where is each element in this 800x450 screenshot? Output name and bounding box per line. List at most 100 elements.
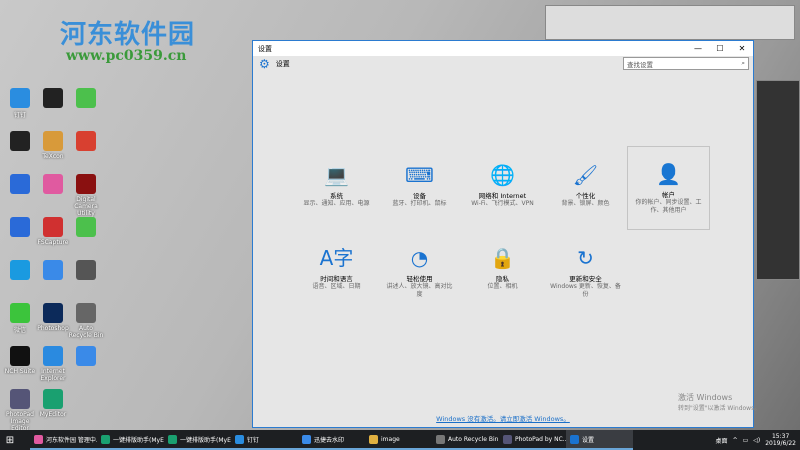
taskbar-item[interactable]: 河东软件园 管理中... [30,430,97,450]
tile-description: 显示、通知、应用、电源 [303,200,370,207]
desktop-icon-label: NCH Suite [4,368,36,375]
settings-tile-person[interactable]: 👤 帐户 你的帐户、同步设置、工作、其他用户 [627,146,710,230]
paint-icon: 🖌 [572,163,599,187]
app-icon [436,434,445,444]
maximize-button[interactable]: ☐ [709,44,731,53]
refresh-icon: ↻ [577,246,594,270]
app-icon [235,434,244,444]
desktop-toolbar[interactable]: 桌面 [716,436,728,445]
search-icon[interactable]: ⌕ [741,59,745,68]
network-icon[interactable]: ▭ [743,437,749,444]
desktop-icon-label: Digital Camera Utility [74,196,98,217]
page-title: 设置 [275,60,290,68]
desktop-icon-label: Auto Recycle Bin [68,325,104,339]
taskbar-item[interactable]: 一键排版助手(MyE... [97,430,164,450]
app-icon [10,303,30,323]
tile-label: 个性化 [575,192,596,200]
app-icon [43,260,63,280]
search-input[interactable]: 查找设置 ⌕ [623,57,749,70]
desktop-icon[interactable] [68,88,104,110]
taskbar-item[interactable]: Auto Recycle Bin ... [432,430,499,450]
settings-tile-laptop[interactable]: 💻 系统 显示、通知、应用、电源 [295,162,378,208]
desktop-icon[interactable]: 钉钉 [2,88,38,119]
desktop-icon[interactable]: TeXcon [35,131,71,160]
taskbar-item[interactable]: image [365,430,432,450]
background-window [545,5,795,40]
desktop-icon[interactable]: Digital Camera Utility [68,174,104,217]
app-icon [76,88,96,108]
taskbar-item[interactable]: 钉钉 [231,430,298,450]
desktop-icon[interactable]: NCH Suite [2,346,38,375]
app-icon [34,434,43,444]
desktop-icon[interactable] [35,260,71,282]
volume-icon[interactable]: ◁) [753,437,760,444]
desktop-icon[interactable]: Internet Explorer [35,346,71,382]
tile-label: 设备 [413,192,426,200]
app-icon [168,434,177,444]
desktop-icon-label: TeXcon [42,153,64,160]
title-bar[interactable]: 设置 — ☐ ✕ [253,41,753,56]
tile-label: 时间和语言 [320,275,353,283]
chevron-up-icon[interactable]: ^ [733,437,738,444]
desktop-icon[interactable]: Auto Recycle Bin [68,303,104,339]
desktop-icon[interactable] [2,217,38,239]
start-button[interactable]: ⊞ [0,435,20,446]
app-icon [76,174,96,194]
person-icon: 👤 [656,162,681,186]
desktop-icon[interactable] [2,131,38,153]
gear-icon: ⚙ [259,57,270,71]
date: 2019/6/22 [765,440,796,447]
taskbar-item[interactable]: 设置 [566,430,633,450]
app-icon [503,434,512,444]
taskbar-item-label: 河东软件园 管理中... [46,436,97,444]
tile-description: Windows 更新、恢复、备份 [550,283,621,298]
app-icon [76,217,96,237]
desktop-icon[interactable] [68,346,104,368]
time: 15:37 [771,433,790,440]
taskbar-item[interactable]: 迅捷去水印 [298,430,365,450]
desktop-icon[interactable] [68,217,104,239]
app-icon [76,131,96,151]
app-icon [43,131,63,151]
settings-tile-paint[interactable]: 🖌 个性化 背景、锁屏、颜色 [544,162,627,208]
clock[interactable]: 15:37 2019/6/22 [765,433,796,447]
tile-label: 网络和 Internet [478,192,527,200]
app-icon [570,434,579,444]
desktop-icon[interactable] [35,88,71,110]
desktop-icon[interactable]: MyEditor [35,389,71,418]
settings-tile-keyboard[interactable]: ⌨ 设备 蓝牙、打印机、鼠标 [378,162,461,208]
search-placeholder: 查找设置 [627,61,653,69]
tile-description: 背景、锁屏、颜色 [561,200,610,207]
close-button[interactable]: ✕ [731,44,753,53]
app-icon [76,346,96,366]
desktop-icon[interactable]: Photoshop [35,303,71,332]
tile-label: 系统 [330,192,343,200]
background-window-edge [756,80,800,280]
minimize-button[interactable]: — [687,44,709,53]
desktop-icon[interactable] [2,260,38,282]
taskbar-item-label: 设置 [582,436,595,444]
settings-tile-time-language[interactable]: A字 时间和语言 语音、区域、日期 [295,245,378,291]
desktop-icon[interactable] [2,174,38,196]
desktop-icon[interactable] [35,174,71,196]
activate-windows-link[interactable]: Windows 没有激活。请立即激活 Windows。 [253,413,753,423]
settings-tile-refresh[interactable]: ↻ 更新和安全 Windows 更新、恢复、备份 [544,245,627,299]
desktop-icon[interactable] [68,131,104,153]
desktop-icon-label: MyEditor [39,411,67,418]
app-icon [43,346,63,366]
settings-tile-ease-of-access[interactable]: ◔ 轻松使用 讲述人、放大镜、高对比度 [378,245,461,299]
desktop-icon[interactable]: PhotoPad Image Editor [2,389,38,432]
settings-tile-lock[interactable]: 🔒 隐私 位置、相机 [461,245,544,291]
desktop-icon[interactable]: FSCapture [35,217,71,246]
window-title: 设置 [258,44,272,53]
taskbar-item[interactable]: PhotoPad by NC... [499,430,566,450]
settings-tile-globe[interactable]: 🌐 网络和 Internet Wi-Fi、飞行模式、VPN [461,162,544,208]
app-icon [43,217,63,237]
taskbar-item[interactable]: 一键排版助手(MyE... [164,430,231,450]
app-icon [10,346,30,366]
tile-label: 隐私 [496,275,509,283]
desktop-icon[interactable] [68,260,104,282]
tile-description: 蓝牙、打印机、鼠标 [392,200,447,207]
desktop-icon[interactable]: 微信 [2,303,38,334]
desktop-icon-label: PhotoPad Image Editor [6,411,34,432]
